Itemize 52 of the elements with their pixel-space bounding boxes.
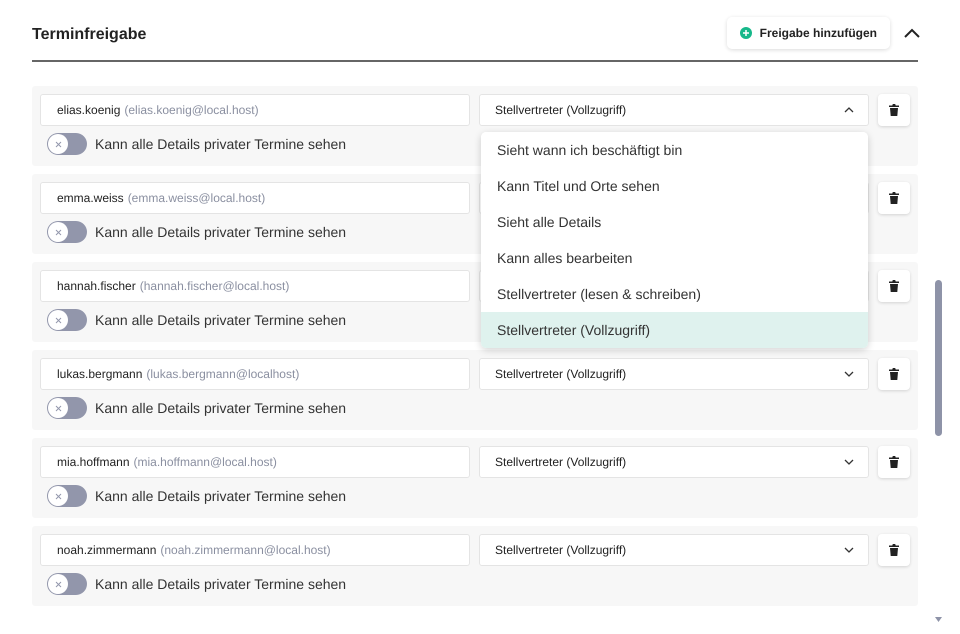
permission-select[interactable]: Stellvertreter (Vollzugriff) xyxy=(479,358,869,390)
trash-icon xyxy=(889,280,899,292)
toggle-label: Kann alle Details privater Termine sehen xyxy=(95,222,346,242)
x-icon xyxy=(54,492,62,500)
permission-select[interactable]: Stellvertreter (Vollzugriff) xyxy=(479,446,869,478)
toggle-label: Kann alle Details privater Termine sehen xyxy=(95,574,346,594)
delete-button[interactable] xyxy=(878,446,910,478)
toggle-label: Kann alle Details privater Termine sehen xyxy=(95,398,346,418)
toggle-switch[interactable] xyxy=(47,397,87,419)
delete-button[interactable] xyxy=(878,534,910,566)
add-share-button[interactable]: Freigabe hinzufügen xyxy=(726,17,890,49)
toggle-label: Kann alle Details privater Termine sehen xyxy=(95,134,346,154)
menu-option[interactable]: Kann alles bearbeiten xyxy=(481,240,868,276)
trash-icon xyxy=(889,192,899,204)
user-field[interactable]: elias.koenig (elias.koenig@local.host) xyxy=(40,94,470,126)
trash-icon xyxy=(889,544,899,556)
plus-icon xyxy=(740,27,752,39)
menu-option[interactable]: Sieht wann ich beschäftigt bin xyxy=(481,132,868,168)
permission-select[interactable]: Stellvertreter (Vollzugriff) xyxy=(479,534,869,566)
user-field[interactable]: hannah.fischer (hannah.fischer@local.host) xyxy=(40,270,470,302)
delete-button[interactable] xyxy=(878,358,910,390)
scrollbar-thumb[interactable] xyxy=(935,280,942,436)
trash-icon xyxy=(889,368,899,380)
scroll-down-icon[interactable] xyxy=(935,617,942,622)
toggle-label: Kann alle Details privater Termine sehen xyxy=(95,486,346,506)
delete-button[interactable] xyxy=(878,270,910,302)
delete-button[interactable] xyxy=(878,94,910,126)
trash-icon xyxy=(889,456,899,468)
user-field[interactable]: lukas.bergmann (lukas.bergmann@localhost) xyxy=(40,358,470,390)
menu-option[interactable]: Sieht alle Details xyxy=(481,204,868,240)
collapse-icon[interactable] xyxy=(904,28,920,38)
x-icon xyxy=(54,316,62,324)
menu-option[interactable]: Kann Titel und Orte sehen xyxy=(481,168,868,204)
user-field[interactable]: noah.zimmermann (noah.zimmermann@local.host) xyxy=(40,534,470,566)
menu-option[interactable]: Stellvertreter (Vollzugriff) xyxy=(481,312,868,348)
x-icon xyxy=(54,228,62,236)
x-icon xyxy=(54,404,62,412)
x-icon xyxy=(54,580,62,588)
trash-icon xyxy=(889,104,899,116)
toggle-switch[interactable] xyxy=(47,309,87,331)
toggle-switch[interactable] xyxy=(47,221,87,243)
user-field[interactable]: emma.weiss (emma.weiss@local.host) xyxy=(40,182,470,214)
section-title: Terminfreigabe xyxy=(32,25,146,45)
permission-select[interactable]: Stellvertreter (Vollzugriff) xyxy=(479,94,869,126)
toggle-label: Kann alle Details privater Termine sehen xyxy=(95,310,346,330)
toggle-switch[interactable] xyxy=(47,573,87,595)
user-field[interactable]: mia.hoffmann (mia.hoffmann@local.host) xyxy=(40,446,470,478)
delete-button[interactable] xyxy=(878,182,910,214)
x-icon xyxy=(54,140,62,148)
menu-option[interactable]: Stellvertreter (lesen & schreiben) xyxy=(481,276,868,312)
toggle-switch[interactable] xyxy=(47,133,87,155)
toggle-switch[interactable] xyxy=(47,485,87,507)
